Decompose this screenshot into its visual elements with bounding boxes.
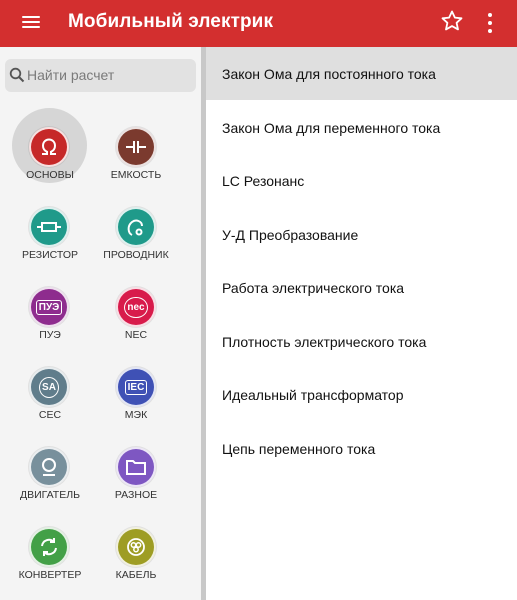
cec-icon: SA [29,367,69,407]
category-label: КОНВЕРТЕР [18,569,82,581]
menu-icon[interactable] [22,13,40,33]
calc-item-label: Работа электрического тока [222,280,405,296]
capacitor-icon [116,127,156,167]
calc-item-ohm-dc[interactable]: Закон Ома для постоянного тока [206,47,517,100]
calc-item-current-density[interactable]: Плотность электрического тока [206,315,517,368]
icon-badge-text: nec [124,296,148,318]
icon-badge-text: ПУЭ [35,299,63,315]
calc-item-label: Цепь переменного тока [222,441,376,457]
calc-item-label: У-Д Преобразование [222,227,359,243]
category-label: МЭК [124,409,148,421]
conductor-icon [116,207,156,247]
pue-icon: ПУЭ [29,287,69,327]
search-icon [9,67,25,83]
calc-item-lc-resonance[interactable]: LC Резонанс [206,154,517,207]
calc-item-label: LC Резонанс [222,173,305,189]
search-placeholder: Найти расчет [27,67,115,83]
category-panel: Найти расчет ОСНОВЫ ЕМКОСТЬ РЕЗИСТОР ПРОВОД… [0,47,201,600]
calc-item-ideal-transformer[interactable]: Идеальный трансформатор [206,368,517,421]
category-label: ПУЭ [39,329,61,341]
category-label: РАЗНОЕ [114,489,158,501]
folder-icon [116,447,156,487]
category-label: ЕМКОСТЬ [110,169,162,181]
omega-icon [29,127,69,167]
category-label: ОСНОВЫ [26,169,74,181]
iec-icon: IEC [116,367,156,407]
calc-item-label: Закон Ома для постоянного тока [222,66,436,82]
app-title: Мобильный электрик [68,11,274,32]
resistor-icon [29,207,69,247]
calc-item-label: Плотность электрического тока [222,334,427,350]
calc-item-label: Закон Ома для переменного тока [222,120,441,136]
calc-item-ac-circuit[interactable]: Цепь переменного тока [206,422,517,475]
calc-item-electric-work[interactable]: Работа электрического тока [206,261,517,314]
category-label: РЕЗИСТОР [21,249,78,261]
category-label: ПРОВОДНИК [103,249,169,261]
more-options-icon[interactable] [484,11,496,35]
cable-icon [116,527,156,567]
calc-item-label: Идеальный трансформатор [222,387,404,403]
category-label: ДВИГАТЕЛЬ [19,489,81,501]
calculation-list: Закон Ома для постоянного тока Закон Ома… [206,47,517,600]
icon-badge-text: SA [39,376,59,398]
nec-icon: nec [116,287,156,327]
search-input[interactable]: Найти расчет [5,59,196,92]
category-label: CEC [38,409,62,421]
motor-icon [29,447,69,487]
category-label: NEC [124,329,148,341]
calc-item-ohm-ac[interactable]: Закон Ома для переменного тока [206,101,517,154]
favorite-star-icon[interactable] [440,8,464,34]
calc-item-star-delta[interactable]: У-Д Преобразование [206,208,517,261]
converter-icon [29,527,69,567]
category-label: КАБЕЛЬ [115,569,157,581]
app-bar: Мобильный электрик [0,0,517,47]
icon-badge-text: IEC [124,379,148,395]
